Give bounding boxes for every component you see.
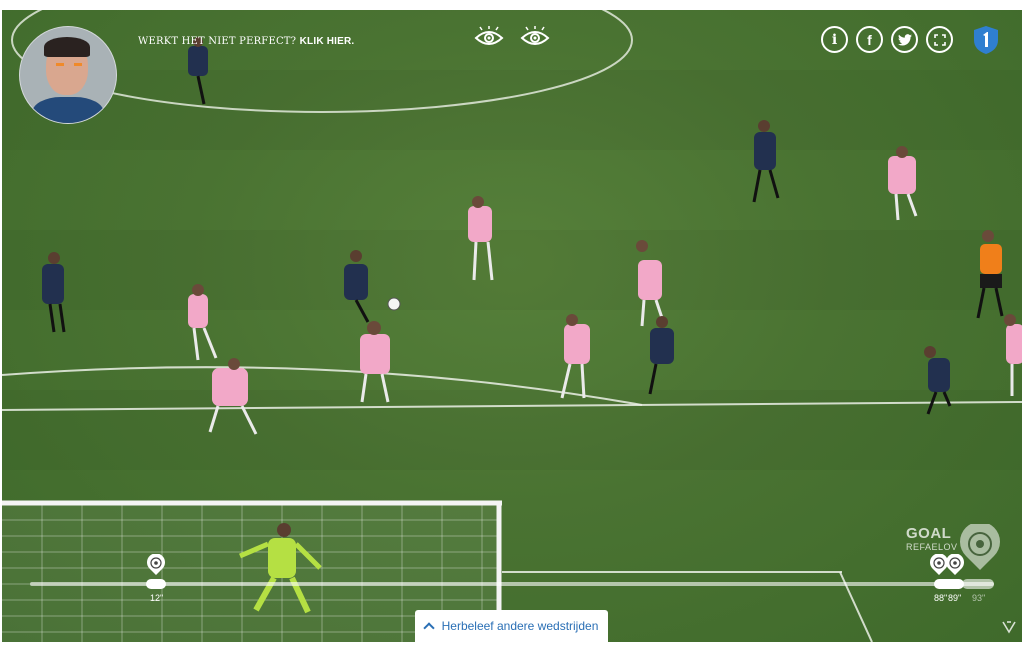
webcam-preview <box>19 26 117 124</box>
goal-logo-subtitle: REFAELOV <box>906 542 958 552</box>
eye-tracker-dot <box>56 63 64 66</box>
fullscreen-icon <box>933 33 946 46</box>
webcam-hair <box>44 37 90 57</box>
fullscreen-button[interactable] <box>926 26 953 53</box>
facebook-icon: f <box>867 31 872 48</box>
top-strip <box>0 0 1024 10</box>
eye-icon[interactable] <box>520 26 550 50</box>
timeline-label: 93" <box>972 593 986 603</box>
facebook-button[interactable]: f <box>856 26 883 53</box>
timeline-label: 12" <box>150 593 164 603</box>
goal-logo-title: GOAL <box>906 525 952 542</box>
timeline-thumb[interactable] <box>146 579 166 589</box>
notice-text: WERKT HET NIET PERFECT? KLIK HIER. <box>138 36 354 47</box>
eye-icon[interactable] <box>474 26 504 50</box>
corner-logo-icon <box>1002 621 1016 634</box>
twitter-button[interactable] <box>891 26 918 53</box>
video-stage[interactable] <box>2 10 1022 642</box>
timeline-track[interactable] <box>30 582 994 586</box>
twitter-icon <box>897 33 912 46</box>
timeline-thumb[interactable] <box>962 579 994 589</box>
info-button[interactable]: i <box>821 26 848 53</box>
timeline-label: 89" <box>948 593 962 603</box>
chevron-up-icon <box>422 622 435 634</box>
brand-logo-icon[interactable] <box>972 25 1000 55</box>
notice-message: WERKT HET NIET PERFECT? <box>138 36 297 47</box>
relive-label: Herbeleef andere wedstrijden <box>441 619 599 633</box>
goal-ball-icon[interactable] <box>944 554 966 576</box>
info-icon: i <box>831 31 838 48</box>
webcam-shirt <box>32 97 104 123</box>
timeline-label: 88" <box>934 593 948 603</box>
goal-ball-icon[interactable] <box>145 554 167 576</box>
notice-link[interactable]: KLIK HIER. <box>300 36 355 47</box>
timeline-thumb[interactable] <box>934 579 964 589</box>
goal-logo: GOAL REFAELOV <box>906 525 958 552</box>
eye-tracker-dot <box>74 63 82 66</box>
players <box>42 37 1022 614</box>
relive-matches-button[interactable]: Herbeleef andere wedstrijden <box>415 610 608 642</box>
